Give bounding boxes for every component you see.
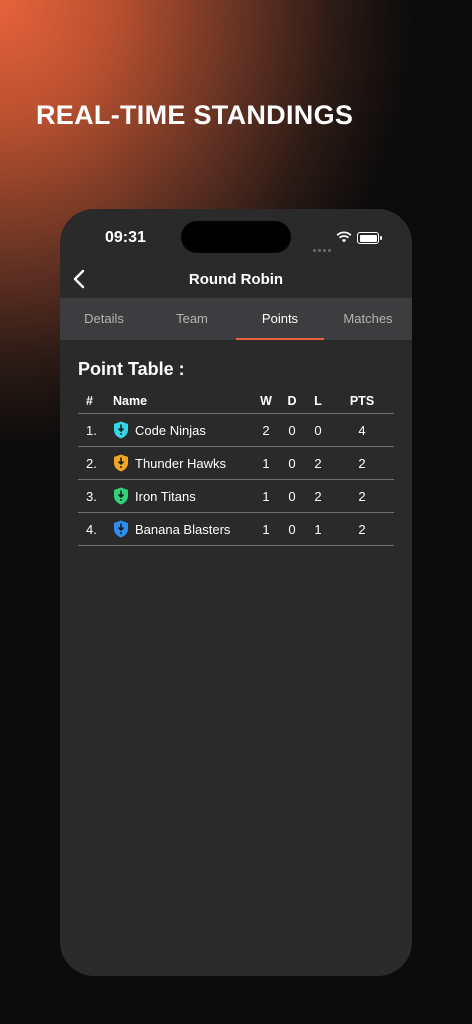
row-points: 4 — [358, 422, 366, 438]
status-time: 09:31 — [105, 229, 146, 246]
team-shield-icon — [114, 487, 128, 505]
header-losses: L — [314, 394, 322, 408]
page-title: Round Robin — [188, 271, 284, 288]
row-losses: 2 — [314, 455, 322, 471]
wifi-icon — [336, 231, 352, 243]
points-table: # Name W D L PTS 1. Code Ninjas 2 0 0 4 … — [78, 389, 394, 546]
header-draws: D — [287, 394, 297, 408]
battery-icon — [357, 232, 382, 244]
row-team: Iron Titans — [113, 487, 253, 505]
dynamic-island — [181, 221, 291, 253]
row-losses: 2 — [314, 488, 322, 504]
header-points: PTS — [349, 394, 375, 408]
table-row[interactable]: 1. Code Ninjas 2 0 0 4 — [78, 414, 394, 447]
row-losses: 1 — [314, 521, 322, 537]
row-draws: 0 — [288, 455, 296, 471]
table-row[interactable]: 2. Thunder Hawks 1 0 2 2 — [78, 447, 394, 480]
tab-matches[interactable]: Matches — [324, 298, 412, 340]
table-header: # Name W D L PTS — [78, 389, 394, 414]
header-wins: W — [260, 394, 272, 408]
header-rank: # — [86, 394, 93, 408]
row-team: Code Ninjas — [113, 421, 253, 439]
row-team: Banana Blasters — [113, 520, 253, 538]
team-shield-icon — [114, 454, 128, 472]
row-rank: 1. — [86, 422, 97, 438]
table-row[interactable]: 4. Banana Blasters 1 0 1 2 — [78, 513, 394, 546]
row-team-name: Thunder Hawks — [135, 455, 227, 471]
row-team-name: Iron Titans — [135, 488, 196, 504]
status-bar: 09:31 — [60, 209, 412, 267]
row-rank: 3. — [86, 488, 97, 504]
row-losses: 0 — [314, 422, 322, 438]
row-wins: 1 — [262, 455, 270, 471]
point-table-title: Point Table : — [78, 359, 185, 379]
team-shield-icon — [114, 520, 128, 538]
row-points: 2 — [358, 521, 366, 537]
row-wins: 2 — [262, 422, 270, 438]
navigation-bar: Round Robin — [60, 261, 412, 297]
row-team-name: Banana Blasters — [135, 521, 231, 537]
row-rank: 2. — [86, 455, 97, 471]
row-rank: 4. — [86, 521, 97, 537]
row-points: 2 — [358, 488, 366, 504]
row-draws: 0 — [288, 521, 296, 537]
header-name: Name — [113, 394, 148, 408]
tab-points[interactable]: Points — [236, 298, 324, 340]
tab-details[interactable]: Details — [60, 298, 148, 340]
tab-team[interactable]: Team — [148, 298, 236, 340]
table-row[interactable]: 3. Iron Titans 1 0 2 2 — [78, 480, 394, 513]
row-draws: 0 — [288, 488, 296, 504]
headline: REAL-TIME STANDINGS — [36, 100, 354, 130]
row-points: 2 — [358, 455, 366, 471]
phone-screen: 09:31 Round Robin Details Team Points Ma… — [60, 209, 412, 976]
cellular-signal-icon — [313, 239, 333, 257]
row-wins: 1 — [262, 488, 270, 504]
row-wins: 1 — [262, 521, 270, 537]
tab-bar: Details Team Points Matches — [60, 298, 412, 340]
team-shield-icon — [114, 421, 128, 439]
row-team: Thunder Hawks — [113, 454, 253, 472]
row-draws: 0 — [288, 422, 296, 438]
row-team-name: Code Ninjas — [135, 422, 206, 438]
